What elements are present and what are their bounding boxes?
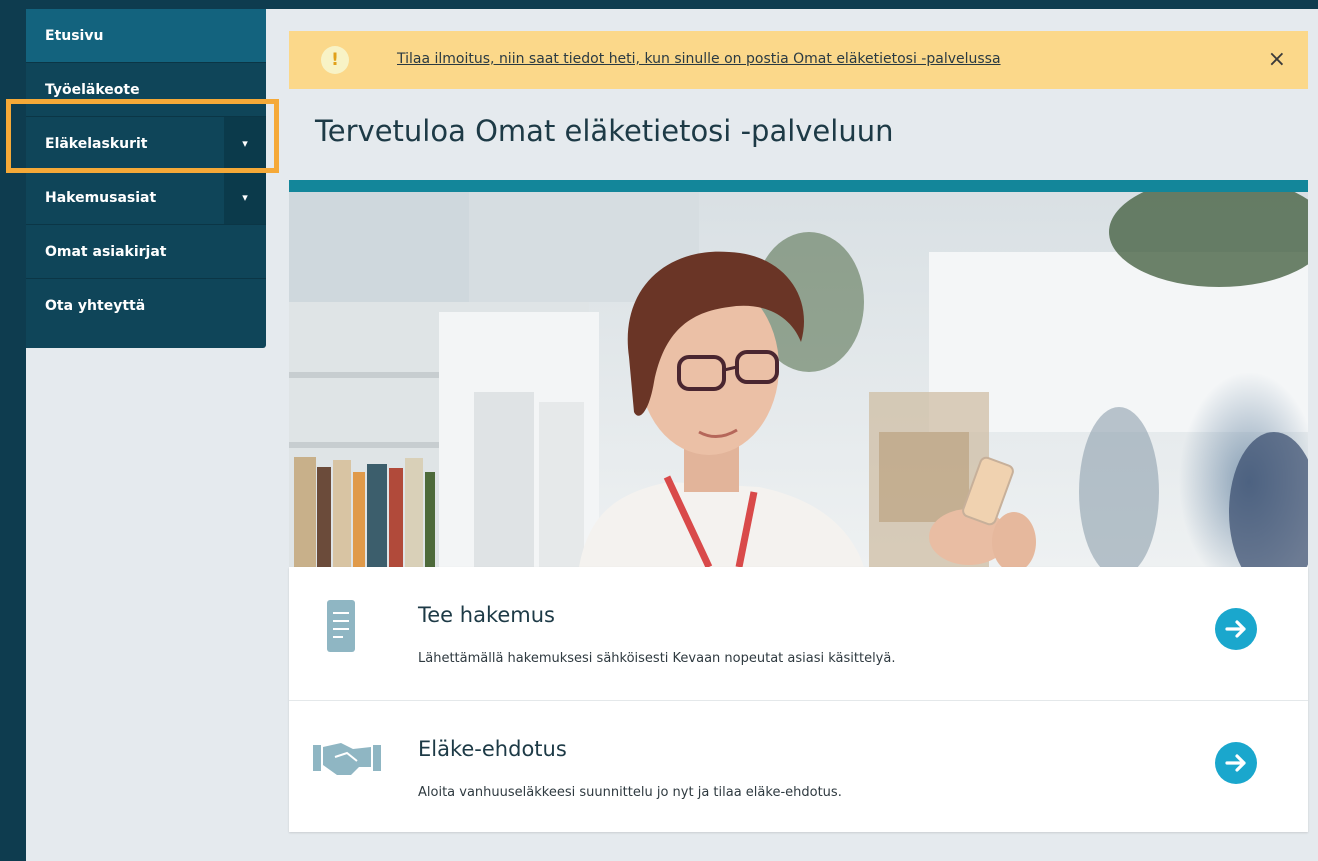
arrow-right-icon[interactable] (1215, 608, 1257, 650)
action-cards: Tee hakemus Lähettämällä hakemuksesi säh… (289, 567, 1308, 832)
sidebar-item-label: Omat asiakirjat (45, 243, 167, 260)
card-title: Tee hakemus (418, 603, 555, 627)
sidebar-item-hakemusasiat[interactable]: Hakemusasiat ▾ (26, 171, 266, 225)
card-title: Eläke-ehdotus (418, 737, 567, 761)
chevron-down-icon[interactable]: ▾ (224, 171, 266, 224)
sidebar-item-label: Hakemusasiat (45, 189, 157, 206)
notification-banner: ! Tilaa ilmoitus, niin saat tiedot heti,… (289, 31, 1308, 89)
card-description: Aloita vanhuuseläkkeesi suunnittelu jo n… (418, 785, 842, 800)
sidebar-item-etusivu[interactable]: Etusivu (26, 9, 266, 63)
sidebar-item-ota-yhteytta[interactable]: Ota yhteyttä (26, 279, 266, 333)
highlight-frame (6, 99, 279, 173)
warning-icon: ! (321, 46, 349, 74)
document-icon (327, 600, 355, 656)
close-icon[interactable]: × (1268, 47, 1286, 73)
sidebar-nav: Etusivu Työeläkeote Eläkelaskurit ▾ Hake… (26, 9, 266, 348)
card-tee-hakemus[interactable]: Tee hakemus Lähettämällä hakemuksesi säh… (289, 567, 1308, 699)
sidebar-item-label: Ota yhteyttä (45, 298, 146, 314)
page-title: Tervetuloa Omat eläketietosi -palveluun (315, 114, 894, 148)
hero-illustration (289, 192, 1308, 567)
arrow-right-icon[interactable] (1215, 742, 1257, 784)
sidebar-item-label: Työeläkeote (45, 81, 140, 98)
handshake-icon (313, 737, 381, 783)
notification-link[interactable]: Tilaa ilmoitus, niin saat tiedot heti, k… (397, 51, 1001, 67)
sidebar-item-omat-asiakirjat[interactable]: Omat asiakirjat (26, 225, 266, 279)
accent-bar (289, 180, 1308, 192)
card-description: Lähettämällä hakemuksesi sähköisesti Kev… (418, 651, 896, 666)
card-elake-ehdotus[interactable]: Eläke-ehdotus Aloita vanhuuseläkkeesi su… (289, 700, 1308, 833)
sidebar-item-label: Etusivu (45, 27, 104, 44)
hero-image (289, 192, 1308, 567)
